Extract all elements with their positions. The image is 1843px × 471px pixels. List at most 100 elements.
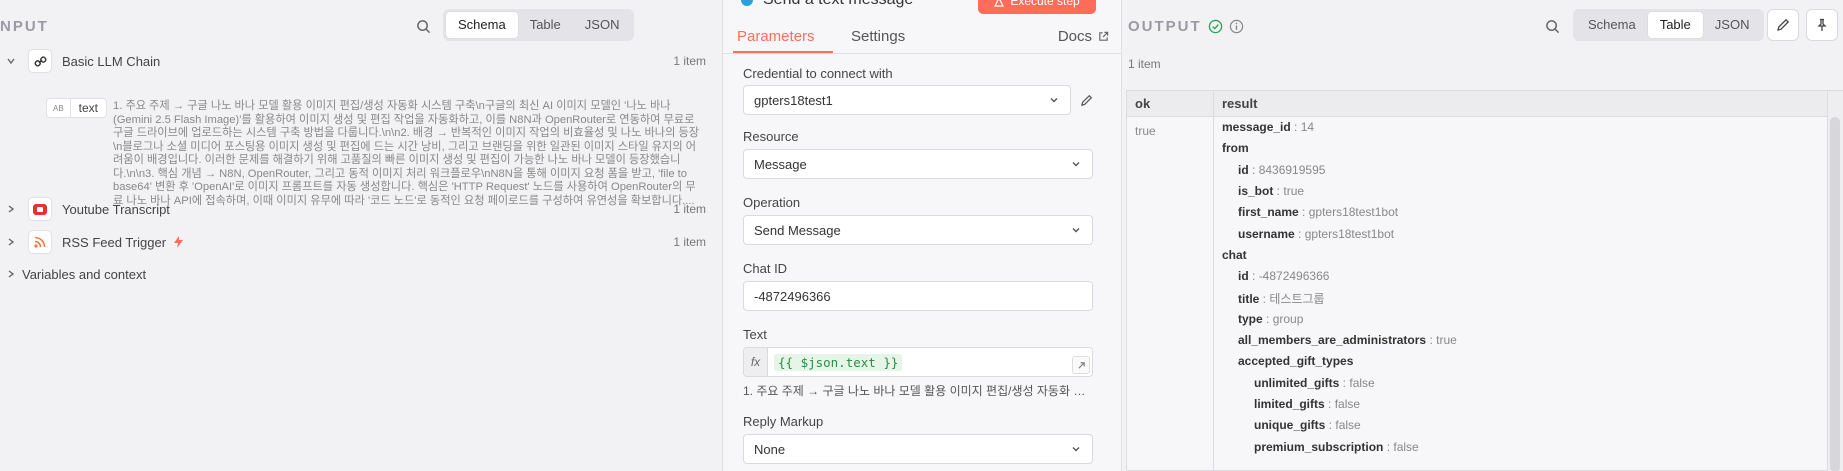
result-row-is-bot: is_bot : true	[1238, 184, 1304, 198]
link-chain-icon	[28, 49, 52, 73]
text-expression-input[interactable]: fx {{ $json.text }}	[743, 347, 1093, 377]
chevron-down-icon	[1050, 98, 1058, 103]
variables-and-context-row[interactable]: Variables and context	[0, 259, 722, 289]
credential-select[interactable]: gpters18test1	[743, 85, 1071, 115]
output-panel: OUTPUT Schema Table JSON 1 item ok resul…	[1122, 0, 1843, 471]
resource-value: Message	[754, 156, 807, 172]
result-separator: :	[1248, 269, 1259, 284]
pin-data-button[interactable]	[1806, 9, 1838, 41]
result-key: title	[1238, 292, 1260, 307]
chat-id-input[interactable]: -4872496366	[743, 281, 1093, 311]
result-key: all_members_are_administrators	[1238, 333, 1427, 347]
reply-markup-label: Reply Markup	[743, 414, 824, 429]
expression-code: {{ $json.text }}	[774, 353, 903, 371]
result-key: username	[1238, 226, 1295, 241]
pin-icon	[1817, 18, 1827, 31]
result-row-all-members-are-administrators: all_members_are_administrators : true	[1238, 333, 1457, 347]
result-key: unique_gifts	[1254, 418, 1326, 433]
vertical-scrollbar[interactable]	[1827, 91, 1843, 471]
result-value: 14	[1300, 120, 1315, 134]
string-type-icon: AB	[47, 99, 71, 117]
trigger-bolt-icon	[174, 236, 184, 248]
chevron-right-icon[interactable]	[0, 204, 22, 214]
result-key: type	[1238, 311, 1263, 326]
chevron-right-icon[interactable]	[0, 269, 22, 279]
result-value: 테스트그룹	[1269, 292, 1325, 307]
output-item-count: 1 item	[1128, 57, 1161, 71]
info-icon[interactable]	[1229, 19, 1244, 34]
input-mode-json[interactable]: JSON	[573, 12, 632, 38]
result-separator: :	[1324, 396, 1335, 411]
result-value: group	[1272, 311, 1304, 326]
node-row-basic-llm-chain[interactable]: Basic LLM Chain 1 item	[0, 46, 722, 76]
result-row-first-name: first_name : gpters18test1bot	[1238, 205, 1398, 219]
result-row-premium-subscription: premium_subscription : false	[1254, 440, 1419, 454]
input-panel-title: NPUT	[0, 18, 49, 35]
open-expression-editor-icon[interactable]	[1072, 356, 1090, 374]
search-icon[interactable]	[1540, 14, 1564, 38]
execute-step-button[interactable]: Execute step	[978, 0, 1096, 14]
reply-markup-select[interactable]: None	[743, 434, 1093, 464]
operation-select[interactable]: Send Message	[743, 215, 1093, 245]
node-row-rss-feed-trigger[interactable]: RSS Feed Trigger 1 item	[0, 227, 722, 257]
column-header-ok[interactable]: ok	[1127, 91, 1214, 117]
output-mode-schema[interactable]: Schema	[1576, 12, 1648, 38]
chevron-down-icon	[1072, 162, 1080, 167]
flask-icon	[994, 0, 1005, 7]
result-separator: :	[1383, 439, 1394, 454]
tab-parameters[interactable]: Parameters	[737, 28, 815, 45]
result-separator: :	[1298, 205, 1309, 220]
input-mode-schema[interactable]: Schema	[446, 12, 518, 38]
result-key: limited_gifts	[1254, 396, 1325, 411]
result-key: premium_subscription	[1254, 439, 1384, 454]
result-key: id	[1238, 269, 1249, 284]
output-mode-table[interactable]: Table	[1647, 12, 1703, 38]
schema-field-text[interactable]: AB text	[46, 98, 108, 118]
result-separator: :	[1259, 292, 1270, 307]
output-mode-json[interactable]: JSON	[1703, 12, 1762, 38]
result-key: accepted_gift_types	[1238, 354, 1354, 369]
input-mode-table[interactable]: Table	[518, 12, 573, 38]
result-key: first_name	[1238, 205, 1299, 220]
result-separator: :	[1273, 183, 1284, 198]
chevron-down-icon	[1072, 228, 1080, 233]
result-row-title: title : 테스트그룹	[1238, 290, 1325, 307]
output-panel-title: OUTPUT	[1128, 18, 1244, 35]
input-panel: NPUT Schema Table JSON Basic LLM Chain 1…	[0, 0, 722, 471]
tab-settings[interactable]: Settings	[851, 28, 905, 45]
scrollbar-thumb[interactable]	[1830, 117, 1840, 471]
edit-output-button[interactable]	[1767, 9, 1799, 41]
resource-label: Resource	[743, 129, 799, 144]
text-label: Text	[743, 327, 767, 342]
docs-link[interactable]: Docs	[1058, 28, 1109, 45]
result-row-from: from	[1222, 141, 1249, 155]
result-separator: :	[1426, 333, 1437, 347]
resource-select[interactable]: Message	[743, 149, 1093, 179]
field-label: text	[78, 101, 99, 115]
result-key: unlimited_gifts	[1254, 375, 1340, 390]
external-link-icon	[1099, 31, 1109, 41]
output-title-text: OUTPUT	[1128, 18, 1202, 35]
result-value: true	[1283, 183, 1305, 198]
item-count: 1 item	[673, 54, 706, 68]
result-row-accepted-gift-types: accepted_gift_types	[1238, 354, 1353, 368]
expression-result-preview: 1. 주요 주제 → 구글 나노 바나 모델 활용 이미지 편집/생성 자동화 …	[743, 384, 1093, 398]
result-row-id: id : 8436919595	[1238, 163, 1325, 177]
output-table: ok result true message_id : 14 from id : 8…	[1126, 90, 1843, 471]
edit-credential-pencil-icon[interactable]	[1076, 90, 1096, 110]
field-value-text: 1. 주요 주제 → 구글 나노 바나 모델 활용 이미지 편집/생성 자동화 …	[113, 100, 700, 207]
chevron-right-icon[interactable]	[0, 237, 22, 247]
result-value: gpters18test1bot	[1304, 226, 1395, 241]
pencil-icon	[1777, 18, 1790, 31]
node-name: RSS Feed Trigger	[62, 234, 167, 250]
search-icon[interactable]	[411, 14, 435, 38]
result-value: -4872496366	[1258, 269, 1330, 284]
node-name: Basic LLM Chain	[62, 53, 161, 69]
result-row-chat: chat	[1222, 248, 1247, 262]
column-header-result[interactable]: result	[1214, 91, 1828, 117]
input-display-mode: Schema Table JSON	[443, 9, 635, 41]
node-row-youtube-transcript[interactable]: Youtube Transcript 1 item	[0, 194, 722, 224]
chevron-down-icon[interactable]	[0, 56, 22, 66]
result-separator: :	[1248, 162, 1259, 177]
credential-value: gpters18test1	[754, 92, 833, 108]
